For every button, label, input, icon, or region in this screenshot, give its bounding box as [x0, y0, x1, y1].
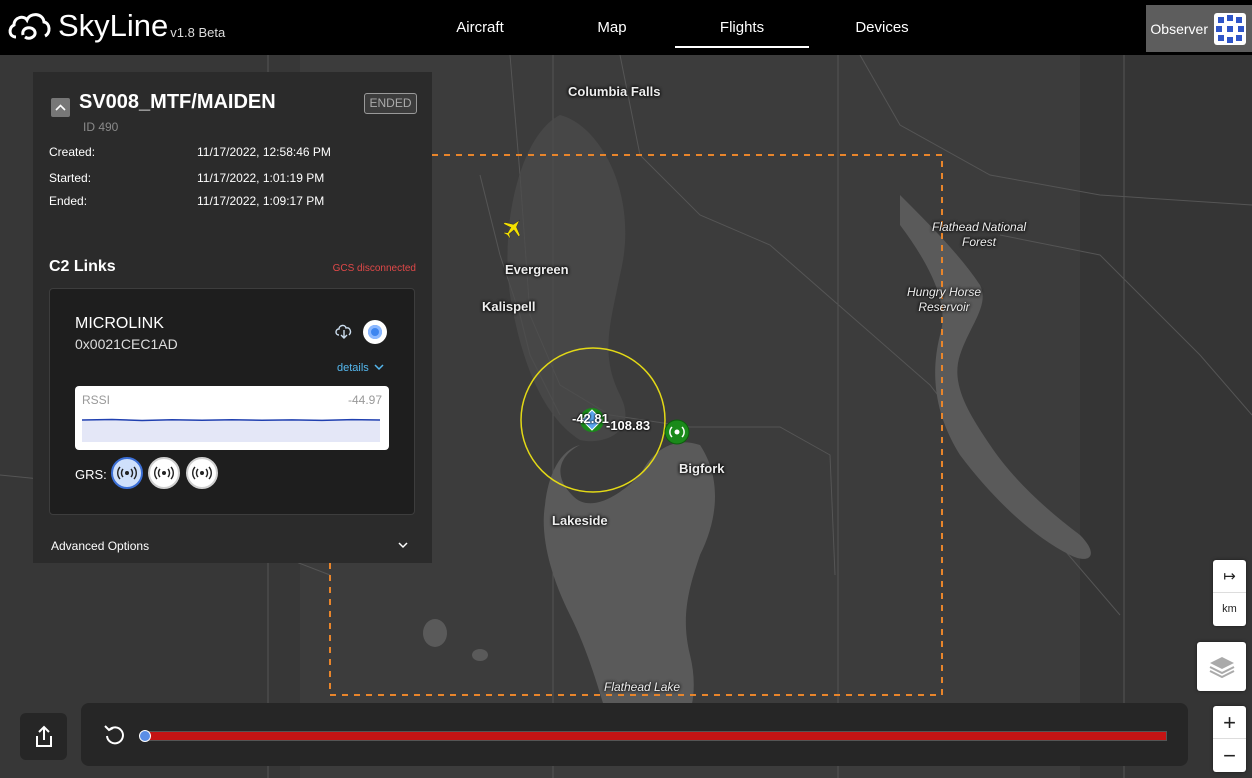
- map-label-evergreen: Evergreen: [505, 262, 569, 277]
- tab-map[interactable]: Map: [545, 0, 679, 55]
- scale-control[interactable]: ↦ km: [1213, 560, 1246, 626]
- c2-links-title: C2 Links: [49, 258, 116, 275]
- details-label: details: [337, 362, 369, 374]
- details-link[interactable]: details: [337, 362, 384, 374]
- top-bar: SkyLine v1.8 Beta Aircraft Map Flights D…: [0, 0, 1252, 55]
- avatar: [1214, 12, 1246, 45]
- app-version: v1.8 Beta: [170, 25, 226, 40]
- map-label-hungry-horse: Hungry Horse Reservoir: [906, 285, 982, 314]
- rssi-label: RSSI: [82, 393, 111, 407]
- cloud-logo-icon: [8, 13, 51, 40]
- user-menu[interactable]: Observer: [1146, 5, 1252, 52]
- replay-icon[interactable]: [103, 723, 127, 747]
- ground-station-icon: [664, 419, 690, 445]
- map-label-columbia-falls: Columbia Falls: [568, 84, 661, 99]
- chevron-down-icon[interactable]: [398, 542, 408, 550]
- map-label-lakeside: Lakeside: [552, 513, 608, 528]
- chevron-up-icon: [55, 104, 66, 111]
- zoom-control: + −: [1213, 706, 1246, 772]
- layers-icon: [1209, 656, 1234, 678]
- map-label-flathead-lake: Flathead Lake: [604, 680, 681, 694]
- created-label: Created:: [49, 145, 96, 159]
- link-card: MICROLINK 0x0021CEC1AD details RSSI -44.…: [49, 288, 415, 515]
- link-address: 0x0021CEC1AD: [75, 336, 178, 352]
- tab-devices[interactable]: Devices: [815, 0, 949, 55]
- zoom-out-button[interactable]: −: [1223, 739, 1236, 772]
- rssi-sparkline: [82, 418, 380, 442]
- started-label: Started:: [49, 171, 92, 185]
- app-name: SkyLine: [58, 8, 169, 43]
- user-role: Observer: [1150, 20, 1208, 37]
- status-badge: ENDED: [364, 93, 417, 114]
- map-label-flathead-forest: Flathead National Forest: [931, 220, 1027, 249]
- timeline-player: [81, 703, 1188, 766]
- flight-panel: SV008_MTF/MAIDEN ID 490 ENDED Created: 1…: [33, 72, 432, 563]
- tab-flights[interactable]: Flights: [675, 0, 809, 55]
- grs-label: GRS:: [75, 467, 107, 482]
- ground-altitude-label: -108.83: [606, 418, 651, 433]
- tab-aircraft[interactable]: Aircraft: [413, 0, 547, 55]
- collapse-button[interactable]: [51, 98, 70, 117]
- link-enable-toggle[interactable]: [363, 320, 387, 344]
- grs-station-3-button[interactable]: [186, 457, 218, 489]
- antenna-icon: [192, 466, 212, 480]
- rssi-chart: RSSI -44.97: [75, 386, 389, 450]
- share-button[interactable]: [20, 713, 67, 760]
- advanced-options-toggle[interactable]: Advanced Options: [51, 539, 149, 553]
- scale-arrow-icon: ↦: [1213, 560, 1246, 593]
- ended-label: Ended:: [49, 194, 88, 208]
- timeline-track[interactable]: [147, 731, 1167, 741]
- zoom-in-button[interactable]: +: [1213, 706, 1246, 739]
- link-name: MICROLINK: [75, 315, 164, 332]
- map-label-bigfork: Bigfork: [679, 461, 725, 476]
- grs-station-2-button[interactable]: [148, 457, 180, 489]
- map-label-kalispell: Kalispell: [482, 299, 536, 314]
- share-icon: [35, 725, 52, 747]
- gcs-status: GCS disconnected: [332, 263, 416, 274]
- rssi-value: -44.97: [347, 393, 382, 407]
- timeline-thumb[interactable]: [139, 730, 151, 742]
- antenna-icon: [117, 466, 137, 480]
- flight-id: ID 490: [83, 120, 119, 134]
- app-logo[interactable]: SkyLine v1.8 Beta: [6, 8, 225, 44]
- antenna-icon: [154, 466, 174, 480]
- flight-name: SV008_MTF/MAIDEN: [79, 91, 276, 113]
- started-value: 11/17/2022, 1:01:19 PM: [197, 171, 325, 185]
- chevron-down-icon: [374, 364, 384, 371]
- aircraft-altitude-label: -42.81: [572, 411, 609, 426]
- scale-unit: km: [1222, 603, 1237, 615]
- cloud-download-icon[interactable]: [334, 321, 354, 341]
- layers-button[interactable]: [1197, 642, 1246, 691]
- grs-station-1-button[interactable]: [111, 457, 143, 489]
- created-value: 11/17/2022, 12:58:46 PM: [197, 145, 331, 159]
- ended-value: 11/17/2022, 1:09:17 PM: [197, 194, 325, 208]
